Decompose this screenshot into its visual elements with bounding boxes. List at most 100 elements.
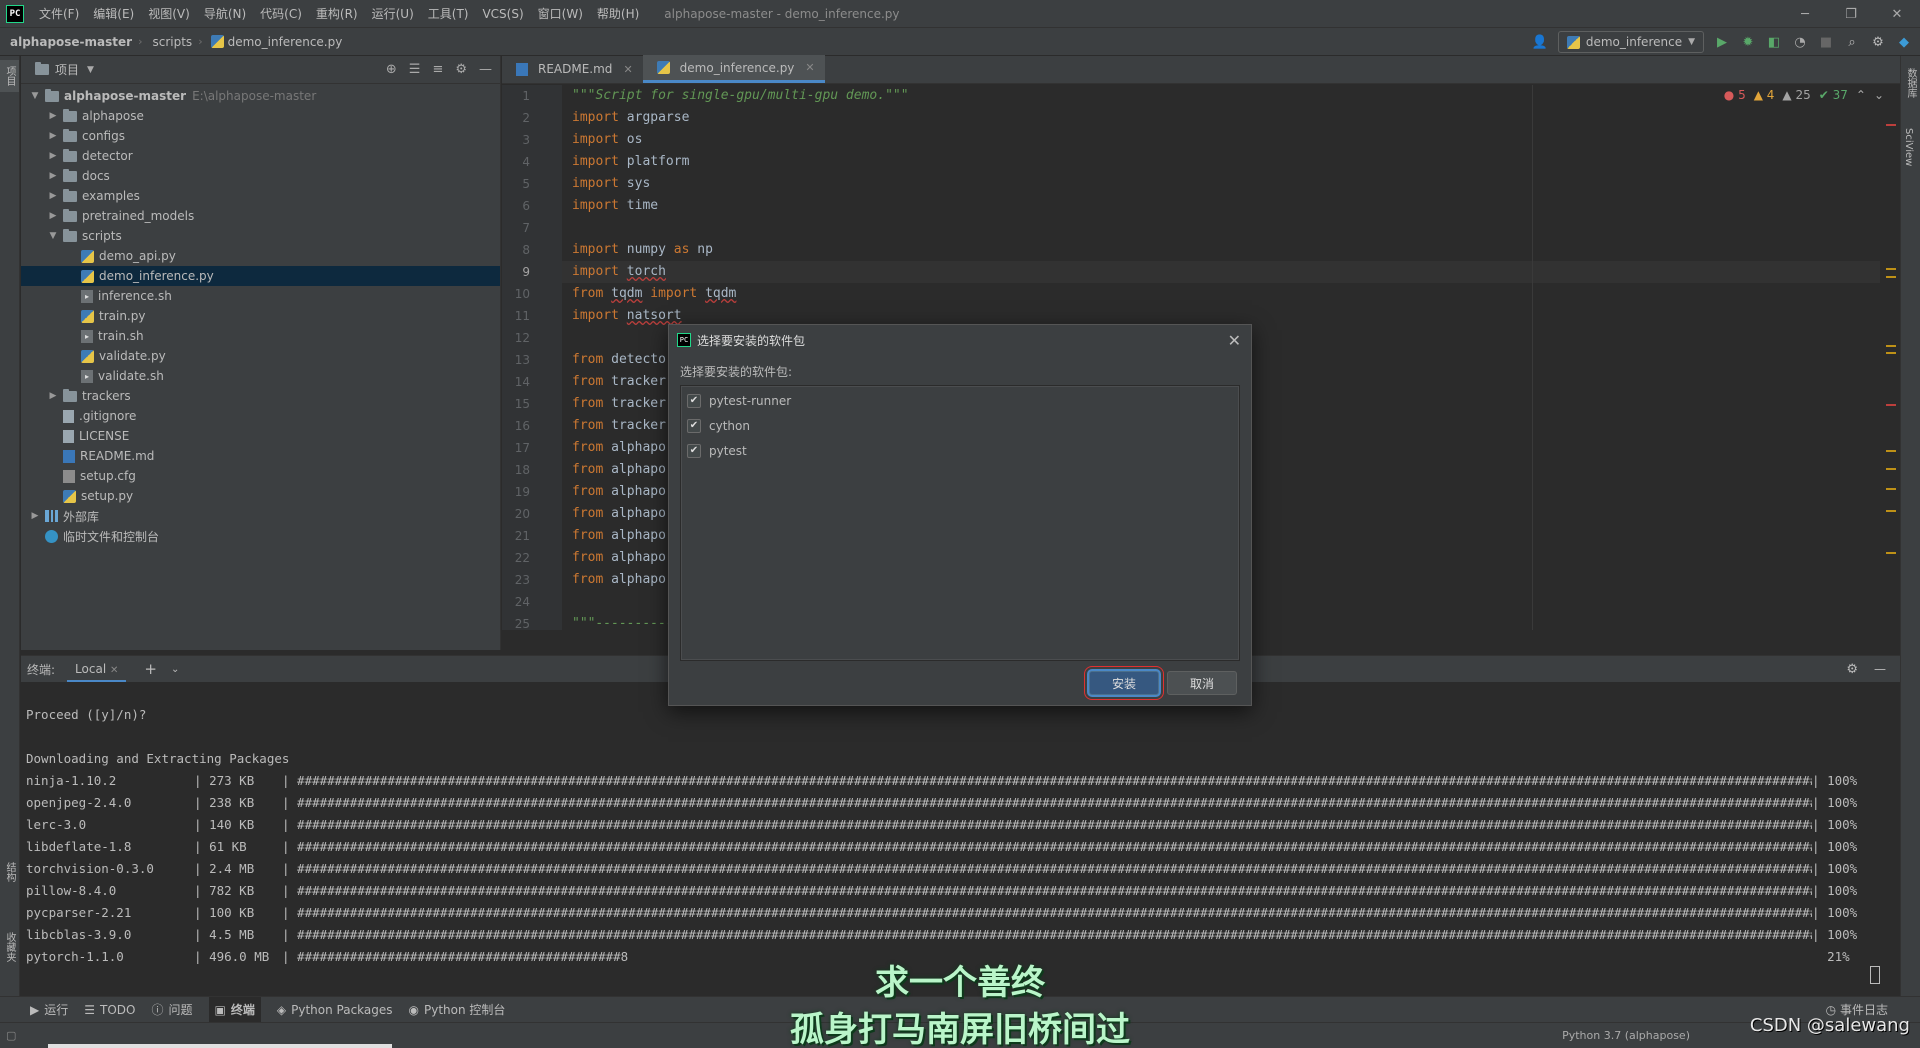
plugin-icon[interactable]: ◆: [1896, 34, 1912, 50]
menu-item[interactable]: 文件(F): [32, 0, 86, 28]
tree-file[interactable]: demo_inference.py: [21, 266, 500, 286]
menu-item[interactable]: 代码(C): [253, 0, 309, 28]
editor-tab[interactable]: README.md ✕: [502, 55, 643, 83]
minimize-icon[interactable]: ─: [1782, 0, 1828, 28]
sciview-tool-tab[interactable]: SciView: [1901, 122, 1916, 172]
menu-item[interactable]: VCS(S): [475, 0, 530, 28]
structure-tool-tab[interactable]: 结构: [0, 856, 19, 888]
chevron-down-icon[interactable]: ▼: [47, 231, 59, 241]
tree-folder[interactable]: 临时文件和控制台: [21, 526, 500, 546]
search-icon[interactable]: ⌕: [1844, 34, 1860, 50]
checkbox[interactable]: ✔: [687, 443, 701, 458]
error-stripe-mark[interactable]: [1886, 276, 1896, 278]
menu-item[interactable]: 工具(T): [421, 0, 476, 28]
tree-folder[interactable]: ▶ detector: [21, 146, 500, 166]
error-stripe-mark[interactable]: [1886, 468, 1896, 470]
close-tab-icon[interactable]: ✕: [623, 63, 632, 76]
tree-folder[interactable]: ▶ docs: [21, 166, 500, 186]
gear-icon[interactable]: ⚙: [455, 62, 467, 77]
chevron-down-icon[interactable]: ▼: [87, 65, 94, 75]
close-icon[interactable]: ✕: [1228, 331, 1241, 350]
error-stripe-mark[interactable]: [1886, 552, 1896, 554]
chevron-right-icon[interactable]: ▶: [47, 111, 59, 121]
debug-icon[interactable]: ✹: [1740, 34, 1756, 50]
error-stripe-mark[interactable]: [1886, 352, 1896, 354]
hide-icon[interactable]: —: [1874, 662, 1886, 676]
install-button[interactable]: 安装: [1084, 666, 1164, 700]
menu-item[interactable]: 重构(R): [309, 0, 365, 28]
tree-file[interactable]: validate.py: [21, 346, 500, 366]
error-stripe[interactable]: [1884, 100, 1898, 630]
restore-icon[interactable]: ❐: [1828, 0, 1874, 28]
tree-folder[interactable]: ▼ scripts: [21, 226, 500, 246]
inspection-widget[interactable]: ● 5 ▲ 4 ▲ 25 ✔ 37 ⌃ ⌄: [1724, 88, 1884, 102]
database-tool-tab[interactable]: 数据库: [1901, 62, 1920, 104]
locate-icon[interactable]: ⊕: [386, 62, 397, 77]
error-stripe-mark[interactable]: [1886, 404, 1896, 406]
tree-file[interactable]: ▸ train.sh: [21, 326, 500, 346]
tree-folder[interactable]: ▶ configs: [21, 126, 500, 146]
hide-icon[interactable]: —: [479, 62, 492, 77]
chevron-up-icon[interactable]: ⌃: [1856, 88, 1866, 102]
chevron-right-icon[interactable]: ▶: [29, 511, 41, 521]
error-stripe-mark[interactable]: [1886, 268, 1896, 270]
package-option[interactable]: ✔ pytest: [681, 438, 1239, 463]
terminal-output[interactable]: Proceed ([y]/n)? Downloading and Extract…: [21, 682, 1900, 996]
close-tab-icon[interactable]: ✕: [805, 61, 814, 74]
code-line[interactable]: import sys: [562, 173, 1880, 195]
collapse-all-icon[interactable]: ≡: [432, 62, 443, 77]
menu-item[interactable]: 编辑(E): [86, 0, 141, 28]
tree-folder[interactable]: ▶ alphapose: [21, 106, 500, 126]
code-line[interactable]: import argparse: [562, 107, 1880, 129]
menu-item[interactable]: 视图(V): [141, 0, 197, 28]
add-terminal-icon[interactable]: +: [144, 660, 157, 678]
chevron-right-icon[interactable]: ▶: [47, 211, 59, 221]
project-panel-title[interactable]: 项目: [55, 61, 79, 78]
tree-folder[interactable]: ▶ 外部库: [21, 506, 500, 526]
menu-item[interactable]: 运行(U): [365, 0, 421, 28]
tree-file[interactable]: ▸ inference.sh: [21, 286, 500, 306]
checkbox[interactable]: ✔: [687, 418, 701, 433]
run-icon[interactable]: ▶: [1714, 34, 1730, 50]
tree-folder[interactable]: ▶ trackers: [21, 386, 500, 406]
tree-file[interactable]: .gitignore: [21, 406, 500, 426]
tree-file[interactable]: setup.py: [21, 486, 500, 506]
package-option[interactable]: ✔ cython: [681, 413, 1239, 438]
tree-file[interactable]: LICENSE: [21, 426, 500, 446]
chevron-down-icon[interactable]: ⌄: [1874, 88, 1884, 102]
menu-item[interactable]: 窗口(W): [531, 0, 590, 28]
settings-icon[interactable]: ⚙: [1870, 34, 1886, 50]
code-line[interactable]: import time: [562, 195, 1880, 217]
close-window-icon[interactable]: ✕: [1874, 0, 1920, 28]
error-stripe-mark[interactable]: [1886, 345, 1896, 347]
error-stripe-mark[interactable]: [1886, 488, 1896, 490]
coverage-icon[interactable]: ◧: [1766, 34, 1782, 50]
tree-folder[interactable]: ▶ examples: [21, 186, 500, 206]
breadcrumb-file[interactable]: demo_inference.py: [224, 35, 343, 49]
code-line[interactable]: import numpy as np: [562, 239, 1880, 261]
tree-file[interactable]: ▸ validate.sh: [21, 366, 500, 386]
tree-file[interactable]: demo_api.py: [21, 246, 500, 266]
breadcrumb-project[interactable]: alphapose-master: [0, 35, 132, 49]
chevron-right-icon[interactable]: ▶: [47, 391, 59, 401]
close-tab-icon[interactable]: ✕: [110, 665, 118, 676]
breadcrumb-folder[interactable]: scripts: [142, 35, 192, 49]
chevron-right-icon[interactable]: ▶: [47, 151, 59, 161]
terminal-tab-local[interactable]: Local ✕: [67, 656, 127, 683]
project-tool-tab[interactable]: 项目: [0, 60, 19, 92]
tree-file[interactable]: setup.cfg: [21, 466, 500, 486]
chevron-down-icon[interactable]: ⌄: [171, 664, 179, 675]
stop-icon[interactable]: ■: [1818, 34, 1834, 50]
user-icon[interactable]: 👤: [1532, 34, 1548, 50]
tree-folder[interactable]: ▼ alphapose-master E:\alphapose-master: [21, 86, 500, 106]
profile-icon[interactable]: ◔: [1792, 34, 1808, 50]
menu-item[interactable]: 帮助(H): [590, 0, 646, 28]
chevron-right-icon[interactable]: ▶: [47, 131, 59, 141]
gear-icon[interactable]: ⚙: [1846, 662, 1858, 677]
run-config-select[interactable]: demo_inference ▼: [1557, 31, 1704, 53]
error-stripe-mark[interactable]: [1886, 510, 1896, 512]
code-line[interactable]: """Script for single-gpu/multi-gpu demo.…: [562, 85, 1880, 107]
tree-folder[interactable]: ▶ pretrained_models: [21, 206, 500, 226]
error-stripe-mark[interactable]: [1886, 450, 1896, 452]
cancel-button[interactable]: 取消: [1167, 671, 1237, 695]
